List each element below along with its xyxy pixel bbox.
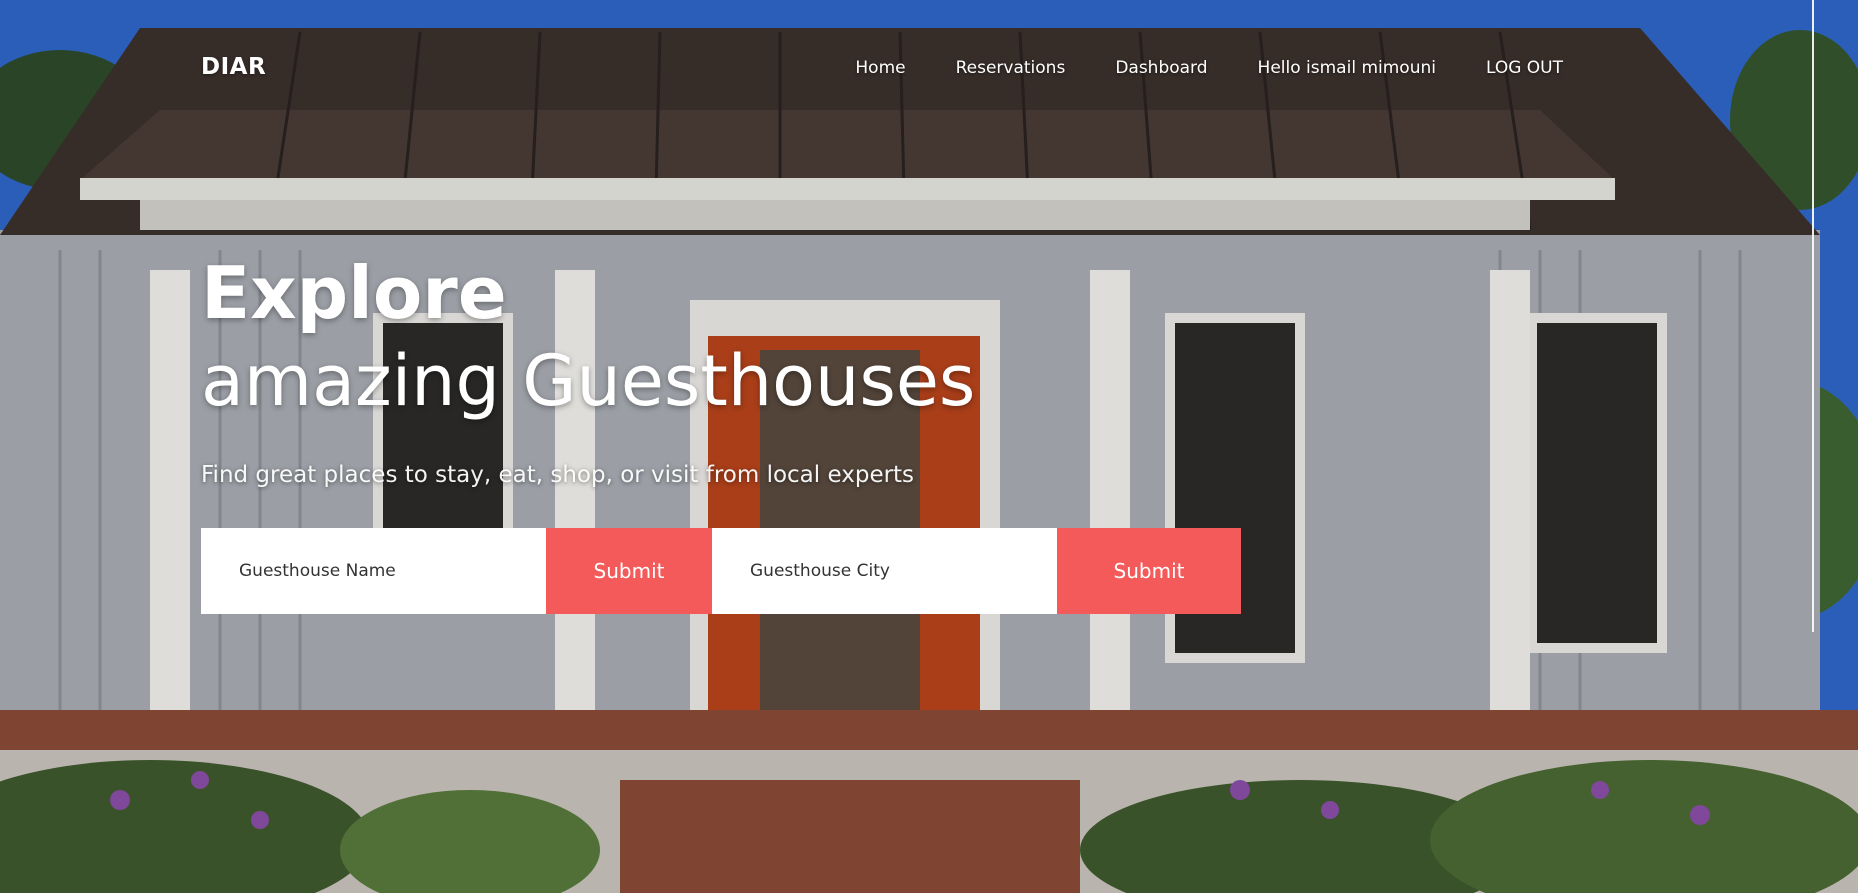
- hero-title-light: amazing Guesthouses: [201, 340, 976, 422]
- nav-dashboard-link[interactable]: Dashboard: [1115, 58, 1207, 78]
- city-submit-button[interactable]: Submit: [1057, 528, 1241, 614]
- guesthouse-background-image: [0, 0, 1858, 893]
- search-bar: Guesthouse Name Submit Guesthouse City S…: [201, 528, 1241, 614]
- nav-user-greeting-link[interactable]: Hello ismail mimouni: [1258, 58, 1436, 78]
- hero-headline: Explore amazing Guesthouses: [201, 250, 975, 426]
- top-navbar: DIAR Home Reservations Dashboard Hello i…: [0, 50, 1858, 90]
- page-scroll-edge: [1812, 0, 1814, 632]
- hero-title-strong: Explore: [201, 251, 507, 335]
- hero-section: [0, 0, 1858, 893]
- nav-home-link[interactable]: Home: [855, 58, 905, 78]
- hero-subtitle: Find great places to stay, eat, shop, or…: [201, 462, 915, 488]
- nav-logout-link[interactable]: LOG OUT: [1486, 58, 1563, 78]
- nav-reservations-link[interactable]: Reservations: [956, 58, 1066, 78]
- name-submit-button[interactable]: Submit: [546, 528, 712, 614]
- guesthouse-city-input[interactable]: Guesthouse City: [712, 528, 1057, 614]
- guesthouse-name-input[interactable]: Guesthouse Name: [201, 528, 546, 614]
- nav-links: Home Reservations Dashboard Hello ismail…: [855, 58, 1563, 78]
- brand-logo[interactable]: DIAR: [201, 54, 266, 80]
